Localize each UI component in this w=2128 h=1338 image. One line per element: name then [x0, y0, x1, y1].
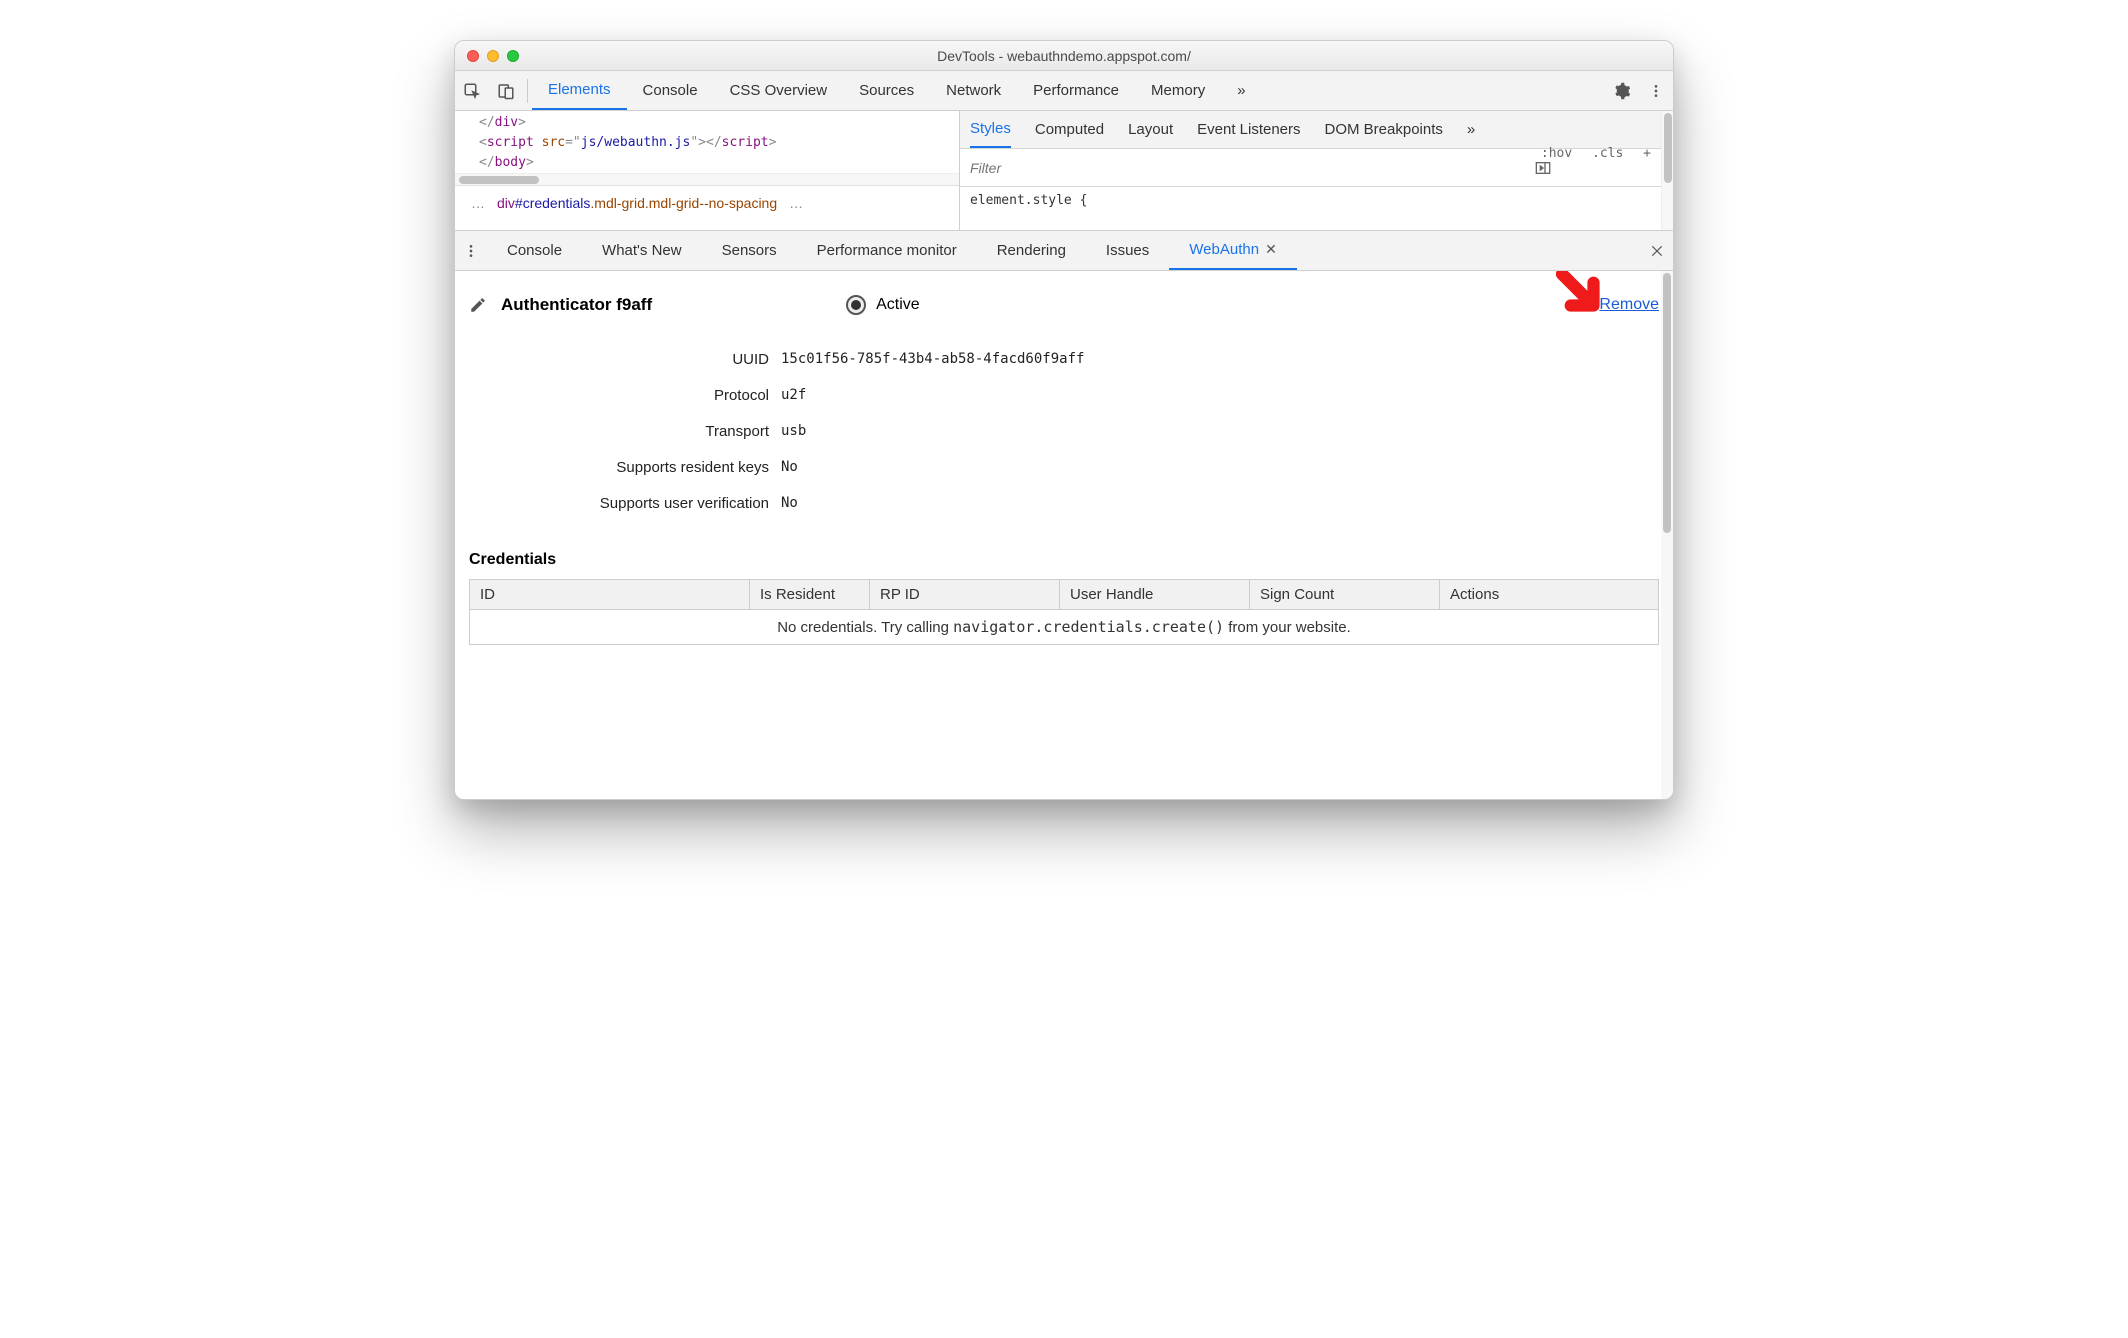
breadcrumb-leading-dots[interactable]: …: [465, 195, 491, 211]
tab-dom-breakpoints[interactable]: DOM Breakpoints: [1325, 111, 1443, 148]
drawer-tab-sensors[interactable]: Sensors: [702, 231, 797, 270]
active-label: Active: [876, 296, 920, 314]
drawer-tab-whats-new[interactable]: What's New: [582, 231, 702, 270]
styles-filter-input[interactable]: [960, 160, 1525, 176]
main-toolbar: Elements Console CSS Overview Sources Ne…: [455, 71, 1673, 111]
drawer-tab-performance-monitor[interactable]: Performance monitor: [797, 231, 977, 270]
styles-tabs: Styles Computed Layout Event Listeners D…: [960, 111, 1673, 149]
webauthn-panel: Authenticator f9aff Active Remove UUID15…: [455, 271, 1673, 799]
tab-memory[interactable]: Memory: [1135, 71, 1221, 110]
credentials-heading: Credentials: [469, 551, 1659, 569]
prop-row-user-verification: Supports user verificationNo: [469, 485, 1659, 521]
elements-pane: </div> <script src="js/webauthn.js"></sc…: [455, 111, 960, 230]
styles-tools: :hov .cls +: [1525, 146, 1673, 190]
empty-post: from your website.: [1224, 619, 1351, 636]
titlebar: DevTools - webauthndemo.appspot.com/: [455, 41, 1673, 71]
styles-pane: Styles Computed Layout Event Listeners D…: [960, 111, 1673, 230]
drawer-kebab-menu-icon[interactable]: [455, 243, 487, 259]
tab-sources[interactable]: Sources: [843, 71, 930, 110]
empty-code: navigator.credentials.create(): [953, 618, 1224, 636]
main-split: </div> <script src="js/webauthn.js"></sc…: [455, 111, 1673, 231]
edit-icon[interactable]: [469, 296, 487, 314]
th-actions: Actions: [1440, 580, 1659, 610]
breadcrumb-trailing-dots[interactable]: …: [783, 195, 809, 211]
tab-console[interactable]: Console: [627, 71, 714, 110]
breadcrumb-classes: .mdl-grid.mdl-grid--no-spacing: [590, 195, 777, 211]
th-rp-id: RP ID: [870, 580, 1060, 610]
prop-row-resident-keys: Supports resident keysNo: [469, 449, 1659, 485]
window-title: DevTools - webauthndemo.appspot.com/: [455, 48, 1673, 64]
annotation-arrow-icon: [1555, 271, 1611, 323]
breadcrumb-tag: div: [497, 195, 515, 211]
empty-pre: No credentials. Try calling: [777, 619, 953, 636]
th-user-handle: User Handle: [1060, 580, 1250, 610]
th-id: ID: [470, 580, 750, 610]
empty-state-cell: No credentials. Try calling navigator.cr…: [470, 610, 1659, 645]
prop-row-protocol: Protocolu2f: [469, 377, 1659, 413]
drawer-tab-webauthn[interactable]: WebAuthn ✕: [1169, 231, 1297, 270]
drawer-tab-rendering[interactable]: Rendering: [977, 231, 1086, 270]
authenticator-header: Authenticator f9aff Active Remove: [469, 295, 1659, 315]
element-style-block[interactable]: element.style {: [960, 187, 1673, 214]
drawer-tab-issues[interactable]: Issues: [1086, 231, 1169, 270]
toolbar-separator: [527, 79, 528, 103]
table-header-row: ID Is Resident RP ID User Handle Sign Co…: [470, 580, 1659, 610]
styles-vertical-scrollbar[interactable]: [1661, 111, 1673, 230]
active-radio[interactable]: [846, 295, 866, 315]
tab-computed[interactable]: Computed: [1035, 111, 1104, 148]
toggle-sidebar-icon[interactable]: [1535, 161, 1663, 175]
tab-elements[interactable]: Elements: [532, 71, 627, 110]
tab-styles[interactable]: Styles: [970, 111, 1011, 148]
tab-css-overview[interactable]: CSS Overview: [714, 71, 844, 110]
kebab-menu-icon[interactable]: [1639, 83, 1673, 99]
authenticator-title: Authenticator f9aff: [501, 295, 652, 315]
th-sign-count: Sign Count: [1250, 580, 1440, 610]
prop-row-uuid: UUID15c01f56-785f-43b4-ab58-4facd60f9aff: [469, 341, 1659, 377]
prop-row-transport: Transportusb: [469, 413, 1659, 449]
new-style-rule-button[interactable]: +: [1643, 146, 1651, 161]
th-is-resident: Is Resident: [750, 580, 870, 610]
drawer-tab-webauthn-label: WebAuthn: [1189, 241, 1259, 258]
styles-filter-bar: :hov .cls +: [960, 149, 1673, 187]
active-radio-group: Active: [846, 295, 920, 315]
drawer-tab-console[interactable]: Console: [487, 231, 582, 270]
table-empty-row: No credentials. Try calling navigator.cr…: [470, 610, 1659, 645]
styles-tabs-overflow[interactable]: »: [1467, 111, 1475, 148]
panel-vertical-scrollbar[interactable]: [1661, 271, 1673, 799]
authenticator-properties: UUID15c01f56-785f-43b4-ab58-4facd60f9aff…: [469, 341, 1659, 521]
breadcrumb[interactable]: … div#credentials.mdl-grid.mdl-grid--no-…: [455, 185, 959, 219]
close-drawer-icon[interactable]: [1641, 244, 1673, 258]
breadcrumb-id: #credentials: [515, 195, 591, 211]
drawer-tabs: Console What's New Sensors Performance m…: [455, 231, 1673, 271]
tab-event-listeners[interactable]: Event Listeners: [1197, 111, 1300, 148]
credentials-table: ID Is Resident RP ID User Handle Sign Co…: [469, 579, 1659, 645]
tab-network[interactable]: Network: [930, 71, 1017, 110]
gear-icon[interactable]: [1605, 82, 1639, 100]
horizontal-scrollbar[interactable]: [455, 173, 959, 185]
inspect-element-icon[interactable]: [455, 82, 489, 100]
tab-performance[interactable]: Performance: [1017, 71, 1135, 110]
html-source[interactable]: </div> <script src="js/webauthn.js"></sc…: [455, 111, 959, 173]
devtools-window: DevTools - webauthndemo.appspot.com/ Ele…: [454, 40, 1674, 800]
close-tab-icon[interactable]: ✕: [1265, 241, 1277, 258]
hov-toggle[interactable]: :hov: [1541, 146, 1572, 161]
cls-toggle[interactable]: .cls: [1592, 146, 1623, 161]
tab-layout[interactable]: Layout: [1128, 111, 1173, 148]
device-toolbar-icon[interactable]: [489, 82, 523, 100]
tabs-overflow[interactable]: »: [1221, 71, 1261, 110]
